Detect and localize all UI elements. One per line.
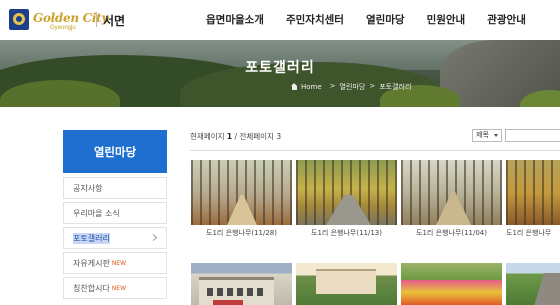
new-badge: NEW xyxy=(111,284,127,292)
sidebar-menu: 공지사항 우리마을 소식 포토갤러리 자유게시판 NEW 칭찬합시다 NEW xyxy=(63,177,167,302)
sidebar-item-village-news[interactable]: 우리마을 소식 xyxy=(63,202,167,224)
home-icon xyxy=(291,83,298,90)
nav-item-open-forum[interactable]: 열린마당 xyxy=(366,12,405,27)
page-title: 포토갤러리 xyxy=(245,60,315,76)
breadcrumb-home[interactable]: Home xyxy=(291,82,326,92)
gallery-photo-3[interactable] xyxy=(401,160,502,225)
gallery-photo-2[interactable] xyxy=(296,160,397,225)
search-input[interactable] xyxy=(505,129,560,142)
gallery-caption-3[interactable]: 도1리 은행나무(11/04) xyxy=(401,228,502,238)
gallery-photo-1[interactable] xyxy=(191,160,292,225)
new-badge: NEW xyxy=(111,259,127,267)
sidebar-heading: 열린마당 xyxy=(63,130,167,173)
sidebar-item-free-board[interactable]: 자유게시판 NEW xyxy=(63,252,167,274)
nav-item-community-center[interactable]: 주민자치센터 xyxy=(286,12,344,27)
site-header: Golden City Gyeongju 서면 읍면마을소개 주민자치센터 열린… xyxy=(0,0,560,40)
main-nav: 읍면마을소개 주민자치센터 열린마당 민원안내 관광안내 xyxy=(206,12,548,27)
nav-item-civil-service[interactable]: 민원안내 xyxy=(427,12,466,27)
breadcrumb: Home > 열린마당 > 포토갤러리 xyxy=(291,82,415,92)
sidebar-item-photo-gallery[interactable]: 포토갤러리 xyxy=(63,227,167,249)
gallery-photo-8[interactable] xyxy=(506,263,560,305)
breadcrumb-photo-gallery[interactable]: 포토갤러리 xyxy=(379,82,411,92)
district-name[interactable]: 서면 xyxy=(103,12,125,29)
city-emblem-icon[interactable] xyxy=(9,9,29,30)
chevron-right-icon xyxy=(149,233,158,242)
gallery-caption-1[interactable]: 도1리 은행나무(11/28) xyxy=(191,228,292,238)
gallery-photo-4[interactable] xyxy=(506,160,560,225)
search-field-select[interactable]: 제목 xyxy=(472,129,502,142)
gallery-caption-4[interactable]: 도1리 은행나무 xyxy=(506,228,560,238)
logo-subtext: Gyeongju xyxy=(50,25,76,31)
gallery-caption-2[interactable]: 도1리 은행나무(11/13) xyxy=(296,228,397,238)
logo-divider xyxy=(96,12,97,27)
hero-banner: 포토갤러리 Home > 열린마당 > 포토갤러리 xyxy=(0,40,560,107)
sidebar-item-notices[interactable]: 공지사항 xyxy=(63,177,167,199)
gallery-photo-7[interactable] xyxy=(401,263,502,305)
breadcrumb-open-forum[interactable]: 열린마당 xyxy=(340,82,366,92)
gallery-photo-6[interactable] xyxy=(296,263,397,305)
page-counter: 현재페이지 1 / 전체페이지 3 xyxy=(190,132,282,141)
nav-item-village-intro[interactable]: 읍면마을소개 xyxy=(206,12,264,27)
gallery-photo-5[interactable] xyxy=(191,263,292,305)
total-pages: 3 xyxy=(276,132,282,141)
current-page: 1 xyxy=(226,132,233,141)
sidebar-item-compliments[interactable]: 칭찬합시다 NEW xyxy=(63,277,167,299)
divider xyxy=(190,150,560,151)
nav-item-tourism[interactable]: 관광안내 xyxy=(487,12,526,27)
